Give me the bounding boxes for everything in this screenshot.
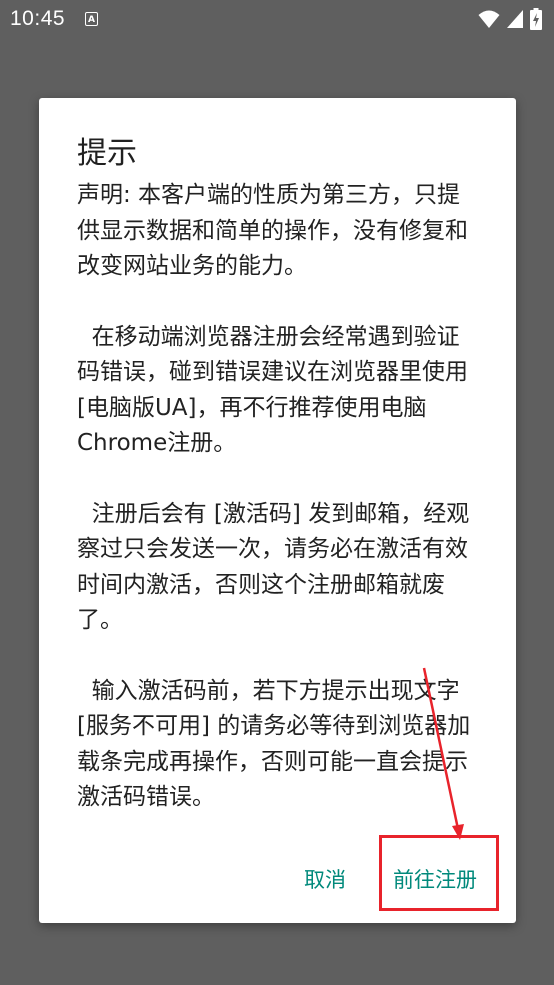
dialog-title: 提示 xyxy=(77,136,137,171)
dialog-message: 声明: 本客户端的性质为第三方，只提供显示数据和简单的操作，没有修复和改变网站业… xyxy=(77,178,479,816)
dialog-paragraph-browser: 在移动端浏览器注册会经常遇到验证码错误，碰到错误建议在浏览器里使用 [电脑版UA… xyxy=(77,323,476,457)
annotation-highlight-box xyxy=(379,835,499,911)
screen: 10:45 A 提示 声明: 本客户端的性质为第三方，只提供显示数据和简单的操作… xyxy=(0,0,554,985)
notification-icon: A xyxy=(85,12,98,26)
status-time: 10:45 xyxy=(10,7,66,30)
signal-icon xyxy=(506,9,524,33)
status-bar: 10:45 A xyxy=(0,0,554,38)
alert-dialog: 提示 声明: 本客户端的性质为第三方，只提供显示数据和简单的操作，没有修复和改变… xyxy=(39,98,516,923)
battery-charging-icon xyxy=(530,8,542,34)
dialog-paragraph-activation: 注册后会有 [激活码] 发到邮箱，经观察过只会发送一次，请务必在激活有效时间内激… xyxy=(77,500,470,634)
dialog-paragraph-disclaimer: 声明: 本客户端的性质为第三方，只提供显示数据和简单的操作，没有修复和改变网站业… xyxy=(77,182,468,279)
cancel-button[interactable]: 取消 xyxy=(304,858,346,902)
wifi-icon xyxy=(478,9,500,33)
status-icons xyxy=(478,8,542,34)
dialog-paragraph-service: 输入激活码前，若下方提示出现文字 [服务不可用] 的请务必等待到浏览器加载条完成… xyxy=(77,677,471,811)
